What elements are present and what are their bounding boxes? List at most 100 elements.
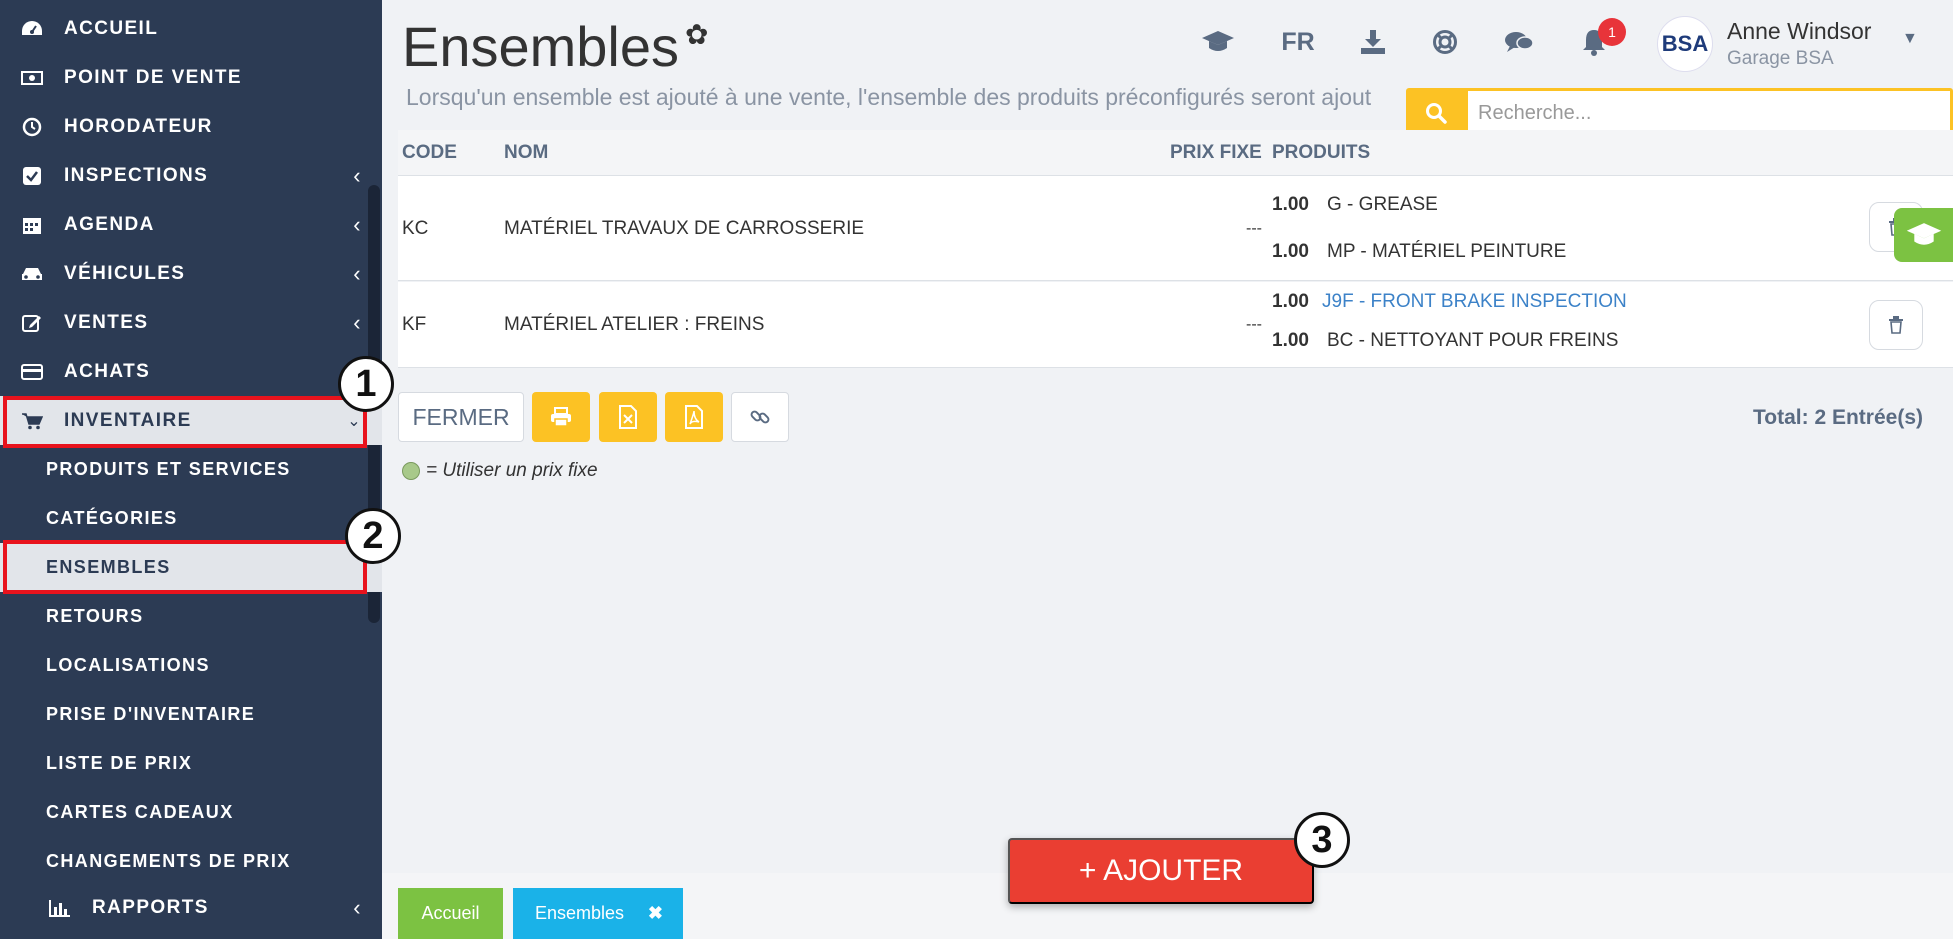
callout-badge-1: 1 bbox=[338, 356, 394, 412]
delete-button[interactable] bbox=[1869, 300, 1923, 350]
print-button[interactable] bbox=[532, 392, 590, 442]
legend-text: = Utiliser un prix fixe bbox=[426, 460, 598, 481]
credit-card-icon bbox=[18, 363, 46, 380]
caret-down-icon[interactable]: ▼ bbox=[1902, 30, 1918, 48]
product-name: MP - MATÉRIEL PEINTURE bbox=[1327, 241, 1567, 262]
export-excel-button[interactable] bbox=[599, 392, 657, 442]
chevron-left-icon: ‹ bbox=[353, 162, 362, 188]
sidebar-item-label: VENTES bbox=[64, 311, 149, 333]
callout-badge-3: 3 bbox=[1294, 812, 1350, 868]
export-pdf-button[interactable] bbox=[665, 392, 723, 442]
search-input[interactable] bbox=[1468, 91, 1950, 135]
lifebuoy-icon[interactable] bbox=[1428, 22, 1462, 62]
sidebar-subitem-cartes-cadeaux[interactable]: CARTES CADEAUX bbox=[0, 788, 382, 837]
sidebar-item-horodateur[interactable]: HORODATEUR bbox=[0, 102, 382, 151]
sidebar-subitem-changements-de-prix[interactable]: CHANGEMENTS DE PRIX bbox=[0, 837, 382, 886]
edit-icon bbox=[18, 313, 46, 333]
legend: = Utiliser un prix fixe bbox=[402, 460, 598, 482]
checkbox-icon bbox=[18, 166, 46, 186]
add-button[interactable]: + AJOUTER bbox=[1008, 838, 1314, 904]
row-code: KC bbox=[402, 218, 429, 239]
sidebar-subitem-label: CHANGEMENTS DE PRIX bbox=[46, 851, 291, 871]
chevron-left-icon: ‹ bbox=[353, 211, 362, 237]
table-row[interactable]: KF MATÉRIEL ATELIER : FREINS --- 1.00 J9… bbox=[398, 282, 1953, 368]
avatar[interactable]: BSA bbox=[1657, 16, 1713, 72]
sidebar-item-agenda[interactable]: AGENDA ‹ bbox=[0, 200, 382, 249]
trash-icon bbox=[1889, 316, 1903, 334]
chevron-left-icon: ‹ bbox=[353, 894, 362, 920]
sidebar-item-vehicules[interactable]: VÉHICULES ‹ bbox=[0, 249, 382, 298]
sidebar-subitem-label: LISTE DE PRIX bbox=[46, 753, 193, 773]
sidebar-item-achats[interactable]: ACHATS bbox=[0, 347, 382, 396]
sidebar-item-label: ACHATS bbox=[64, 360, 151, 382]
sidebar-item-point-de-vente[interactable]: POINT DE VENTE bbox=[0, 53, 382, 102]
graduation-cap-icon[interactable] bbox=[1196, 22, 1240, 62]
fixed-price-dot-icon bbox=[402, 462, 420, 480]
product-qty: 1.00 bbox=[1272, 291, 1309, 312]
print-icon bbox=[551, 407, 571, 427]
sidebar-item-label: RAPPORTS bbox=[92, 896, 209, 918]
sidebar-subitem-label: PRODUITS ET SERVICES bbox=[46, 459, 291, 479]
user-company: Garage BSA bbox=[1727, 48, 1834, 69]
avatar-logo-text: BSA bbox=[1661, 31, 1709, 56]
product-name: G - GREASE bbox=[1327, 194, 1438, 215]
bottom-tab-accueil[interactable]: Accueil bbox=[398, 888, 503, 939]
graduation-cap-icon bbox=[1906, 223, 1941, 245]
car-icon bbox=[18, 265, 46, 283]
sidebar-item-label: AGENDA bbox=[64, 213, 155, 235]
table-header: CODE NOM PRIX FIXE PRODUITS bbox=[398, 130, 1953, 176]
pdf-file-icon bbox=[685, 405, 703, 429]
sidebar-subitem-categories[interactable]: CATÉGORIES bbox=[0, 494, 382, 543]
total-entries: Total: 2 Entrée(s) bbox=[1753, 406, 1923, 429]
copy-link-button[interactable] bbox=[731, 392, 789, 442]
sidebar-item-label: VÉHICULES bbox=[64, 262, 186, 284]
row-code: KF bbox=[402, 314, 427, 335]
download-icon[interactable] bbox=[1356, 22, 1390, 62]
sidebar-item-accueil[interactable]: ACCUEIL bbox=[0, 4, 382, 53]
product-link[interactable]: J9F - FRONT BRAKE INSPECTION bbox=[1322, 291, 1627, 313]
column-header-produits[interactable]: PRODUITS bbox=[1272, 142, 1370, 164]
sidebar-item-rapports[interactable]: RAPPORTS ‹ bbox=[0, 883, 382, 932]
sidebar-item-label: POINT DE VENTE bbox=[64, 66, 242, 88]
sidebar-subitem-label: PRISE D'INVENTAIRE bbox=[46, 704, 256, 724]
sidebar-subitem-label: LOCALISATIONS bbox=[46, 655, 210, 675]
link-icon bbox=[750, 410, 770, 424]
user-name[interactable]: Anne Windsor bbox=[1727, 18, 1871, 45]
row-nom: MATÉRIEL TRAVAUX DE CARROSSERIE bbox=[504, 218, 865, 239]
excel-file-icon bbox=[619, 405, 637, 429]
table-row[interactable]: KC MATÉRIEL TRAVAUX DE CARROSSERIE --- 1… bbox=[398, 176, 1953, 281]
page-subtitle: Lorsqu'un ensemble est ajouté à une vent… bbox=[406, 84, 1372, 110]
row-nom: MATÉRIEL ATELIER : FREINS bbox=[504, 314, 765, 335]
column-header-code[interactable]: CODE bbox=[402, 142, 457, 164]
sidebar-item-label: ACCUEIL bbox=[64, 17, 159, 39]
sidebar-item-inspections[interactable]: INSPECTIONS ‹ bbox=[0, 151, 382, 200]
bottom-tab-ensembles[interactable]: Ensembles ✖ bbox=[513, 888, 683, 939]
sidebar-item-label: INSPECTIONS bbox=[64, 164, 209, 186]
row-prix-fixe: --- bbox=[1246, 220, 1262, 237]
chat-icon[interactable] bbox=[1500, 22, 1538, 62]
product-qty: 1.00 bbox=[1272, 330, 1309, 351]
column-header-nom[interactable]: NOM bbox=[504, 142, 548, 164]
product-qty: 1.00 bbox=[1272, 241, 1309, 262]
close-button[interactable]: FERMER bbox=[398, 392, 524, 442]
page-title-text: Ensembles bbox=[402, 15, 680, 78]
product-qty: 1.00 bbox=[1272, 194, 1309, 215]
callout-badge-2: 2 bbox=[345, 508, 401, 564]
close-icon[interactable]: ✖ bbox=[648, 903, 663, 924]
sidebar-subitem-produits-et-services[interactable]: PRODUITS ET SERVICES bbox=[0, 445, 382, 494]
help-tab[interactable] bbox=[1894, 208, 1953, 262]
sidebar-subitem-label: RETOURS bbox=[46, 606, 144, 626]
gear-icon[interactable]: ✿ bbox=[685, 18, 708, 51]
sidebar-subitem-retours[interactable]: RETOURS bbox=[0, 592, 382, 641]
sidebar-subitem-liste-de-prix[interactable]: LISTE DE PRIX bbox=[0, 739, 382, 788]
product-name: BC - NETTOYANT POUR FREINS bbox=[1327, 330, 1619, 351]
clock-icon bbox=[18, 117, 46, 137]
sidebar-item-label: HORODATEUR bbox=[64, 115, 213, 137]
column-header-prix-fixe[interactable]: PRIX FIXE bbox=[1170, 142, 1262, 164]
language-selector[interactable]: FR bbox=[1278, 22, 1318, 62]
sidebar-item-ventes[interactable]: VENTES ‹ bbox=[0, 298, 382, 347]
row-prix-fixe: --- bbox=[1246, 316, 1262, 333]
highlight-box-ensembles bbox=[3, 540, 367, 594]
sidebar-subitem-prise-inventaire[interactable]: PRISE D'INVENTAIRE bbox=[0, 690, 382, 739]
sidebar-subitem-localisations[interactable]: LOCALISATIONS bbox=[0, 641, 382, 690]
